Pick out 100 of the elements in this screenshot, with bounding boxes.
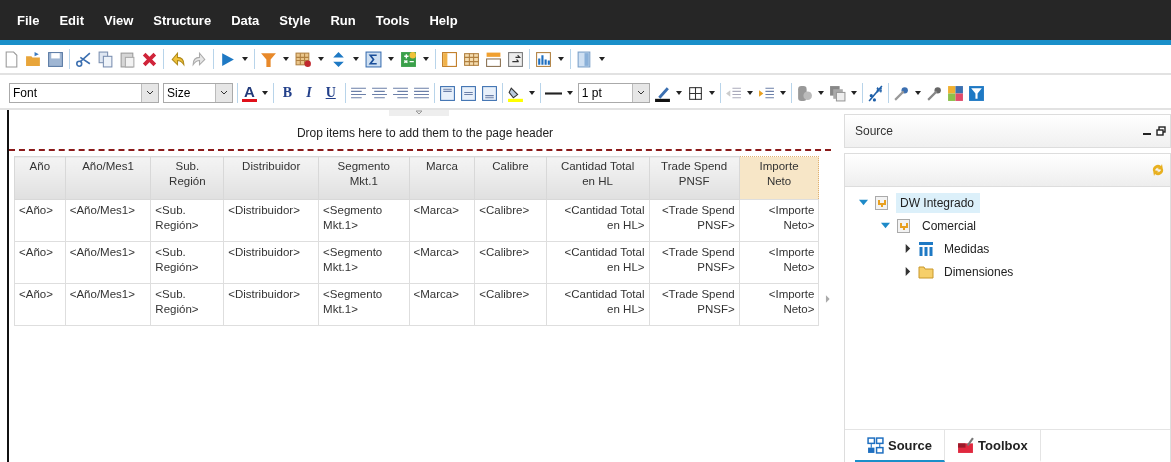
copy-icon[interactable] — [97, 50, 114, 68]
column-header[interactable]: Importe Neto — [739, 156, 819, 200]
percent-icon[interactable] — [866, 84, 884, 102]
table-cell: <Año/Mes1> — [65, 283, 151, 326]
line-width-select[interactable]: 1 pt — [577, 83, 650, 103]
pin-icon[interactable] — [925, 84, 943, 102]
table-cell: <Año/Mes1> — [65, 241, 151, 284]
table-cell: <Segmento Mkt.1> — [318, 241, 410, 284]
toolbox-icon — [957, 436, 975, 454]
table-cell: <Segmento Mkt.1> — [318, 283, 410, 326]
panel-title: Source — [855, 124, 895, 138]
font-select[interactable]: Font — [9, 83, 159, 103]
table-cell: <Importe Neto> — [739, 283, 819, 326]
table-cell: <Marca> — [409, 199, 475, 242]
tree-item[interactable]: Comercial — [918, 215, 982, 236]
tree-item[interactable]: DW Integrado — [896, 192, 981, 213]
menu-item[interactable]: Data — [222, 8, 269, 32]
menu-item[interactable]: Help — [420, 8, 467, 32]
align-middle-icon[interactable] — [459, 84, 477, 102]
calculator-icon[interactable] — [400, 50, 417, 68]
panel-tab[interactable]: Source — [855, 430, 946, 462]
underline-button[interactable]: U — [320, 85, 341, 101]
restore-icon[interactable] — [1156, 126, 1166, 136]
table-cell: <Trade Spend PNSF> — [649, 241, 740, 284]
table-cell: <Sub. Región> — [150, 241, 224, 284]
table-cell: <Calibre> — [474, 283, 547, 326]
chevron-icon[interactable] — [636, 90, 645, 96]
menu-item[interactable]: Style — [270, 8, 320, 32]
table-cell: <Año/Mes1> — [65, 199, 151, 242]
menu-item[interactable]: Run — [321, 8, 365, 32]
column-header[interactable]: Trade Spend PNSF — [649, 156, 740, 200]
delete-icon[interactable] — [141, 50, 158, 68]
table-cell: <Año> — [14, 199, 66, 242]
table-cell: <Cantidad Total en HL> — [546, 199, 649, 242]
pin-icon[interactable] — [892, 84, 910, 102]
drop-handle[interactable] — [389, 110, 449, 116]
table-cell: <Trade Spend PNSF> — [649, 199, 740, 242]
table-cell: <Cantidad Total en HL> — [546, 283, 649, 326]
column-header[interactable]: Segmento Mkt.1 — [318, 156, 410, 200]
table-icon[interactable] — [295, 50, 312, 68]
menu-item[interactable]: File — [8, 8, 49, 32]
chevron-icon[interactable] — [220, 90, 228, 96]
layout-icon[interactable] — [441, 50, 458, 68]
diagram-icon — [867, 436, 884, 454]
expand-arrow-icon[interactable] — [903, 244, 912, 253]
drop-hint: Drop items here to add them to the page header — [296, 125, 554, 140]
table-cell: <Trade Spend PNSF> — [649, 283, 740, 326]
text-color-button[interactable]: A — [242, 84, 257, 102]
expand-arrow-icon[interactable] — [903, 267, 912, 276]
folder-icon — [918, 263, 934, 280]
scissors-icon[interactable] — [75, 50, 92, 68]
column-header[interactable]: Año/Mes1 — [65, 156, 151, 200]
table-cell: <Segmento Mkt.1> — [318, 199, 410, 242]
border-icon[interactable] — [686, 84, 704, 102]
align-top-icon[interactable] — [438, 84, 456, 102]
table-cell: <Importe Neto> — [739, 241, 819, 284]
column-header[interactable]: Cantidad Total en HL — [546, 156, 649, 200]
save-icon[interactable] — [47, 50, 64, 68]
column-header[interactable]: Año — [14, 156, 66, 200]
menu-item[interactable]: View — [94, 8, 143, 32]
size-select[interactable]: Size — [163, 83, 233, 103]
funnel-icon[interactable] — [967, 84, 985, 102]
table-cell: <Año> — [14, 283, 66, 326]
panel-tab[interactable]: Toolbox — [945, 430, 1041, 462]
table-cell: <Cantidad Total en HL> — [546, 241, 649, 284]
bold-button[interactable]: B — [277, 85, 298, 101]
column-header[interactable]: Sub. Región — [150, 156, 224, 200]
menu-item[interactable]: Edit — [50, 8, 93, 32]
table-cell: <Importe Neto> — [739, 199, 819, 242]
header-layout-icon[interactable] — [485, 50, 502, 68]
table-cell: <Distribuidor> — [223, 241, 319, 284]
table-cell: <Año> — [14, 241, 66, 284]
bar-chart-icon[interactable] — [535, 50, 552, 68]
italic-button[interactable]: I — [301, 85, 317, 101]
cube-document-icon — [874, 194, 890, 211]
grid-table-icon[interactable] — [463, 50, 480, 68]
sigma-icon[interactable] — [365, 50, 382, 68]
table-cell: <Sub. Región> — [150, 199, 224, 242]
chevron-icon[interactable] — [146, 90, 154, 96]
table-cell: <Calibre> — [474, 199, 547, 242]
cube-document-icon — [896, 217, 912, 234]
table-cell: <Marca> — [409, 283, 475, 326]
undo-icon[interactable] — [169, 50, 186, 68]
table-cell: <Marca> — [409, 241, 475, 284]
filter-icon[interactable] — [260, 50, 277, 68]
tree-item[interactable]: Medidas — [940, 238, 996, 259]
align-bottom-icon[interactable] — [480, 84, 498, 102]
pen-icon[interactable] — [653, 84, 671, 102]
play-icon[interactable] — [219, 50, 236, 68]
menu-item[interactable]: Structure — [144, 8, 221, 32]
tree-item[interactable]: Dimensiones — [940, 261, 1020, 282]
window-icon[interactable] — [507, 50, 524, 68]
column-header[interactable]: Marca — [409, 156, 475, 200]
color-grid-icon[interactable] — [946, 84, 964, 102]
column-header[interactable]: Distribuidor — [223, 156, 319, 200]
column-header[interactable]: Calibre — [474, 156, 547, 200]
table-cell: <Distribuidor> — [223, 283, 319, 326]
table-cell: <Calibre> — [474, 241, 547, 284]
columns-icon — [918, 240, 934, 257]
menu-item[interactable]: Tools — [366, 8, 419, 32]
